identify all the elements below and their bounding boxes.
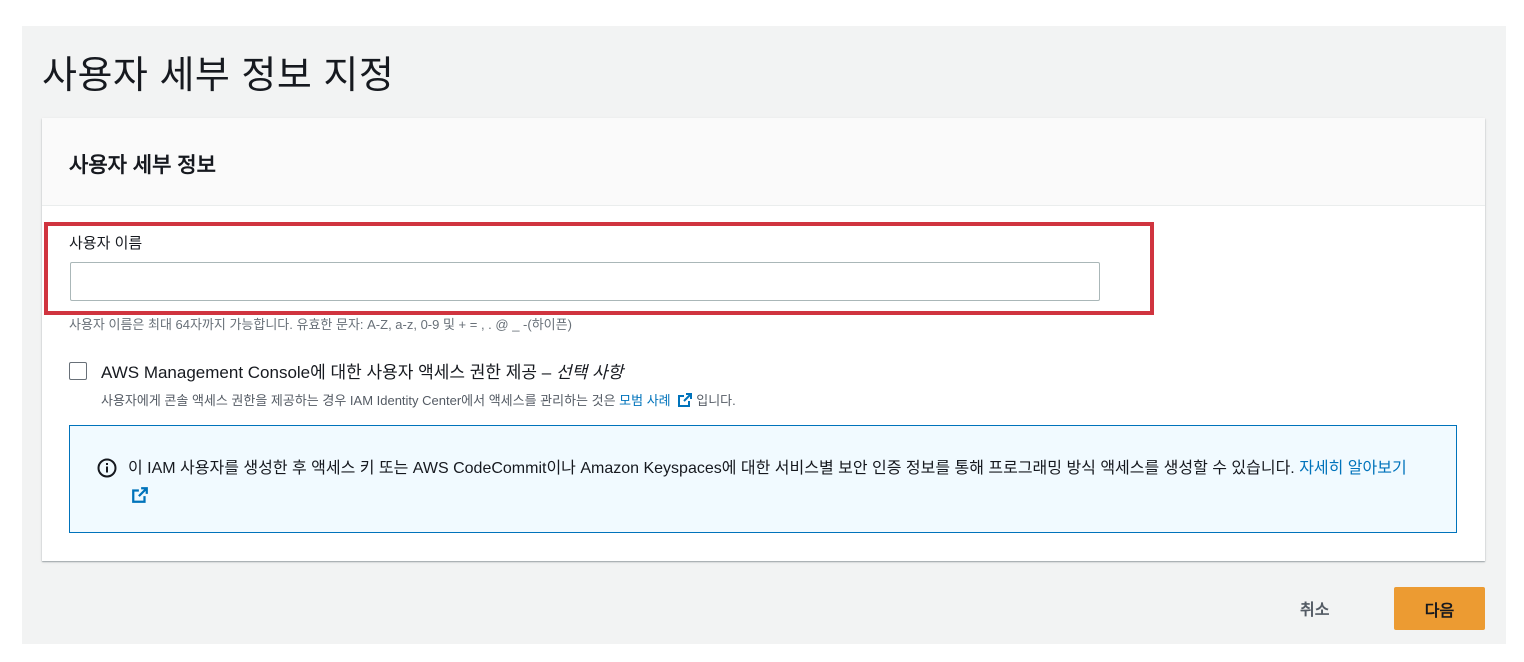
console-access-description: 사용자에게 콘솔 액세스 권한을 제공하는 경우 IAM Identity Ce… [101, 390, 736, 409]
user-details-panel: 사용자 세부 정보 사용자 이름 사용자 이름은 최대 64자까지 가능합니다.… [42, 118, 1485, 561]
info-text: 이 IAM 사용자를 생성한 후 액세스 키 또는 AWS CodeCommit… [128, 455, 1428, 511]
info-alert: 이 IAM 사용자를 생성한 후 액세스 키 또는 AWS CodeCommit… [69, 425, 1457, 533]
console-desc-suffix: 입니다. [696, 393, 736, 408]
learn-more-link[interactable]: 자세히 알아보기 [1299, 460, 1407, 477]
optional-tag: 선택 사항 [556, 363, 624, 382]
console-access-label-text: AWS Management Console에 대한 사용자 액세스 권한 제공… [101, 363, 552, 382]
cancel-button[interactable]: 취소 [1300, 596, 1329, 620]
console-access-label: AWS Management Console에 대한 사용자 액세스 권한 제공… [101, 358, 736, 383]
panel-title: 사용자 세부 정보 [69, 154, 216, 177]
console-access-checkbox[interactable] [69, 362, 87, 380]
username-label: 사용자 이름 [69, 235, 143, 252]
page-title: 사용자 세부 정보 지정 [42, 55, 395, 97]
info-message: 이 IAM 사용자를 생성한 후 액세스 키 또는 AWS CodeCommit… [128, 460, 1295, 477]
best-practice-link[interactable]: 모범 사례 [619, 393, 670, 408]
external-link-icon[interactable] [131, 486, 149, 504]
username-constraint: 사용자 이름은 최대 64자까지 가능합니다. 유효한 문자: A-Z, a-z… [69, 317, 572, 332]
console-desc-prefix: 사용자에게 콘솔 액세스 권한을 제공하는 경우 IAM Identity Ce… [101, 393, 616, 408]
panel-header: 사용자 세부 정보 [42, 118, 1485, 206]
console-access-row: AWS Management Console에 대한 사용자 액세스 권한 제공… [69, 358, 736, 409]
info-icon [97, 458, 117, 478]
external-link-icon[interactable] [677, 392, 693, 408]
username-input[interactable] [70, 262, 1100, 301]
next-button[interactable]: 다음 [1394, 587, 1485, 630]
